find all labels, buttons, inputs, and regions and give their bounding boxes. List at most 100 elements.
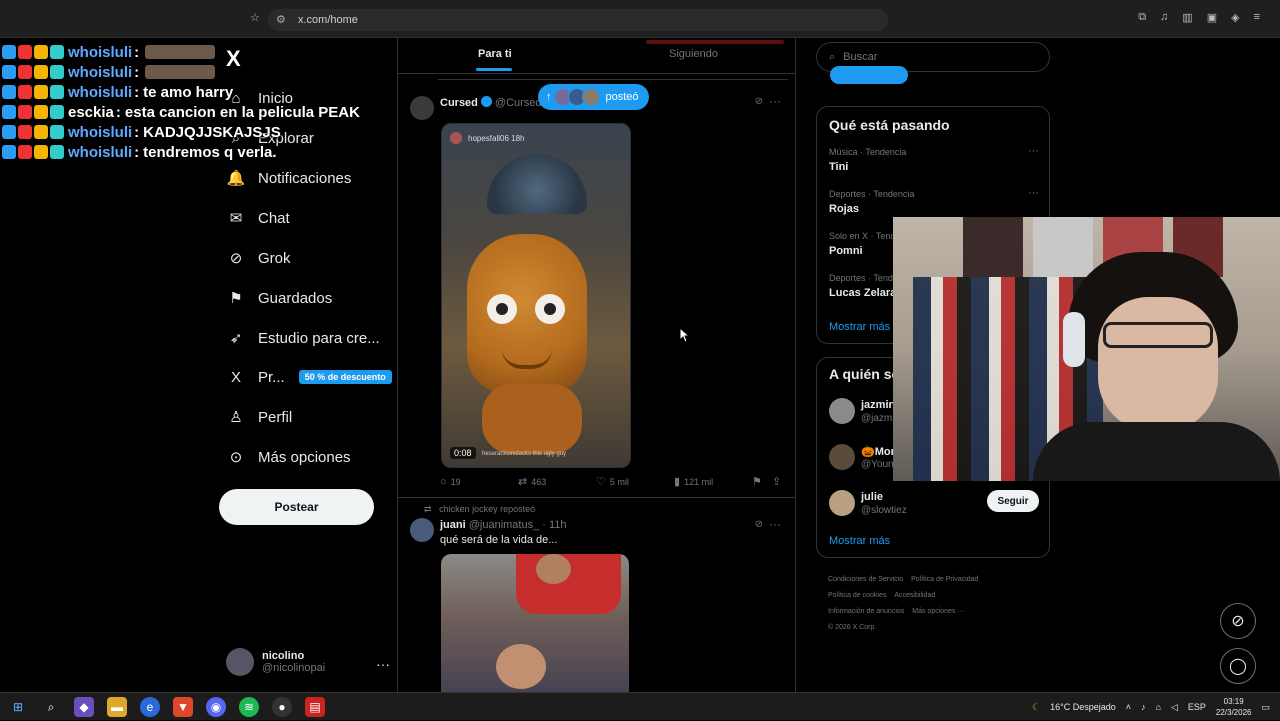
more-icon[interactable]: ··· — [1028, 187, 1039, 199]
messages-float-button[interactable]: ◯ — [1220, 648, 1256, 684]
new-posts-pill[interactable]: ↑ posteó — [538, 84, 649, 110]
tweet-time[interactable]: · 11h — [542, 519, 566, 531]
tweet-video[interactable] — [441, 554, 629, 692]
follow-button[interactable]: Seguir — [987, 490, 1039, 512]
footer-link[interactable]: Política de cookies — [828, 592, 886, 599]
extension-icon[interactable]: ⧉ — [1138, 11, 1146, 24]
nav-item-guardados[interactable]: ⚑ Guardados — [226, 286, 332, 310]
app-icon[interactable]: ▤ — [305, 697, 325, 717]
avatar[interactable] — [410, 96, 434, 120]
clock[interactable]: 03:19 22/3/2026 — [1216, 696, 1252, 718]
footer-link[interactable]: Más opciones ··· — [912, 608, 964, 615]
nav-item-chat[interactable]: ✉ Chat — [226, 206, 290, 230]
media-figure — [536, 554, 571, 584]
author-handle[interactable]: @juanimatus_ — [469, 519, 539, 531]
brave-icon[interactable]: ▼ — [173, 697, 193, 717]
network-icon[interactable]: ⌂ — [1156, 702, 1161, 712]
mic-icon[interactable]: ♪ — [1141, 702, 1146, 712]
arrow-up-icon: ↑ — [546, 91, 552, 103]
nav-item-grok[interactable]: ⊘ Grok — [226, 246, 291, 270]
author-name[interactable]: Cursed — [440, 97, 478, 109]
reposted-by-label: chicken jockey reposteó — [439, 504, 536, 514]
obs-icon[interactable]: ● — [272, 697, 292, 717]
nav-item-notificaciones[interactable]: 🔔 Notificaciones — [226, 166, 352, 190]
share-button[interactable]: ⇪ — [772, 475, 785, 488]
grok-float-button[interactable]: ⊘ — [1220, 603, 1256, 639]
headset — [1063, 312, 1085, 367]
weather-text[interactable]: 16°C Despejado — [1050, 702, 1116, 712]
repost-button[interactable]: ⇄ 463 — [518, 475, 596, 488]
more-icon[interactable]: ··· — [376, 656, 390, 672]
badge-icon — [50, 145, 64, 159]
author-name[interactable]: juani — [440, 519, 466, 531]
show-more-link[interactable]: Mostrar más — [829, 535, 890, 547]
windows-start-icon[interactable]: ⊞ — [8, 697, 28, 717]
footer-link[interactable]: © 2026 X Corp. — [828, 624, 876, 631]
trend-item[interactable]: Tini — [829, 161, 848, 173]
bookmark-page-icon[interactable]: ☆ — [250, 11, 260, 24]
like-button[interactable]: ♡ 5 mil — [596, 475, 674, 488]
avatar[interactable] — [829, 444, 855, 470]
avatar[interactable] — [410, 518, 434, 542]
search-icon[interactable]: ⌕ — [41, 697, 61, 717]
trend-item[interactable]: Pomni — [829, 245, 863, 257]
more-icon[interactable]: ··· — [769, 94, 781, 108]
folder-icon[interactable]: ▬ — [107, 697, 127, 717]
copilot-icon[interactable]: ◆ — [74, 697, 94, 717]
media-icon[interactable]: ♫ — [1160, 11, 1168, 24]
show-more-link[interactable]: Mostrar más — [829, 321, 890, 333]
edge-icon[interactable]: e — [140, 697, 160, 717]
taskbar-apps: ⊞ ⌕ ◆ ▬ e ▼ ◉ ≋ ● ▤ — [8, 697, 325, 717]
wall-poster — [963, 217, 1023, 277]
spotify-icon[interactable]: ≋ — [239, 697, 259, 717]
grok-icon[interactable]: ⊘ — [755, 96, 763, 107]
reposted-by[interactable]: ⇄ chicken jockey reposteó — [424, 504, 535, 515]
suggested-user-name[interactable]: 🎃Mor — [861, 445, 895, 458]
tab-for-you[interactable]: Para ti — [478, 48, 512, 60]
discord-icon[interactable]: ◉ — [206, 697, 226, 717]
nav-item-pr[interactable]: X Pr... 50 % de descuento — [226, 365, 392, 389]
address-bar[interactable]: ⚙ x.com/home — [268, 9, 888, 31]
bell-icon: 🔔 — [226, 170, 246, 187]
avatar — [226, 648, 254, 676]
nav-item-más[interactable]: ⊙ Más opciones — [226, 445, 351, 469]
nav-item-perfil[interactable]: ♙ Perfil — [226, 405, 292, 429]
volume-icon[interactable]: ◁ — [1171, 702, 1178, 713]
more-icon[interactable]: ··· — [769, 517, 781, 531]
footer-link[interactable]: Política de Privacidad — [911, 576, 978, 583]
tweet-video[interactable]: hopesfall06 18h 0:08 heseracksinstacks t… — [441, 123, 631, 468]
bookmark-button[interactable]: ⚑ — [752, 475, 772, 488]
clock-date: 22/3/2026 — [1215, 708, 1252, 717]
avatar[interactable] — [829, 490, 855, 516]
site-info-icon[interactable]: ⚙ — [276, 14, 288, 26]
language-indicator[interactable]: ESP — [1188, 702, 1206, 712]
trend-item[interactable]: Lucas Zelaray — [829, 287, 902, 299]
reply-button[interactable]: ○ 19 — [440, 475, 518, 488]
suggested-user-name[interactable]: julie — [861, 491, 883, 503]
chat-separator: : — [134, 143, 140, 161]
chevron-up-icon[interactable]: ˄ — [1126, 702, 1131, 712]
sidebar-icon[interactable]: ▥ — [1182, 11, 1192, 24]
rocket-icon: ➶ — [229, 330, 243, 347]
subscribe-button[interactable] — [830, 66, 908, 84]
mouse-cursor-icon — [679, 327, 689, 343]
footer-link[interactable]: Información de anuncios — [828, 608, 904, 615]
grok-icon[interactable]: ⊘ — [755, 519, 763, 530]
account-switcher[interactable]: nicolino @nicolinopai ··· — [226, 648, 390, 676]
menu-icon[interactable]: ≡ — [1254, 11, 1260, 24]
shield-icon[interactable]: ◈ — [1231, 11, 1239, 24]
trend-meta: Música · Tendencia — [829, 147, 907, 157]
footer-link[interactable]: Condiciones de Servicio — [828, 576, 903, 583]
more-icon[interactable]: ··· — [1028, 145, 1039, 157]
video-user: hopesfall06 — [468, 133, 509, 143]
wallet-icon[interactable]: ▣ — [1207, 11, 1217, 24]
views-button[interactable]: ▮ 121 mil — [674, 475, 752, 488]
footer-link[interactable]: Accesibilidad — [894, 592, 935, 599]
trend-item[interactable]: Rojas — [829, 203, 859, 215]
badge-icon — [18, 85, 32, 99]
notifications-icon[interactable]: ▭ — [1261, 702, 1270, 713]
nav-item-estudio[interactable]: ➶ Estudio para cre... — [226, 326, 380, 350]
tab-following[interactable]: Siguiendo — [669, 48, 718, 60]
post-button[interactable]: Postear — [219, 489, 374, 525]
avatar[interactable] — [829, 398, 855, 424]
